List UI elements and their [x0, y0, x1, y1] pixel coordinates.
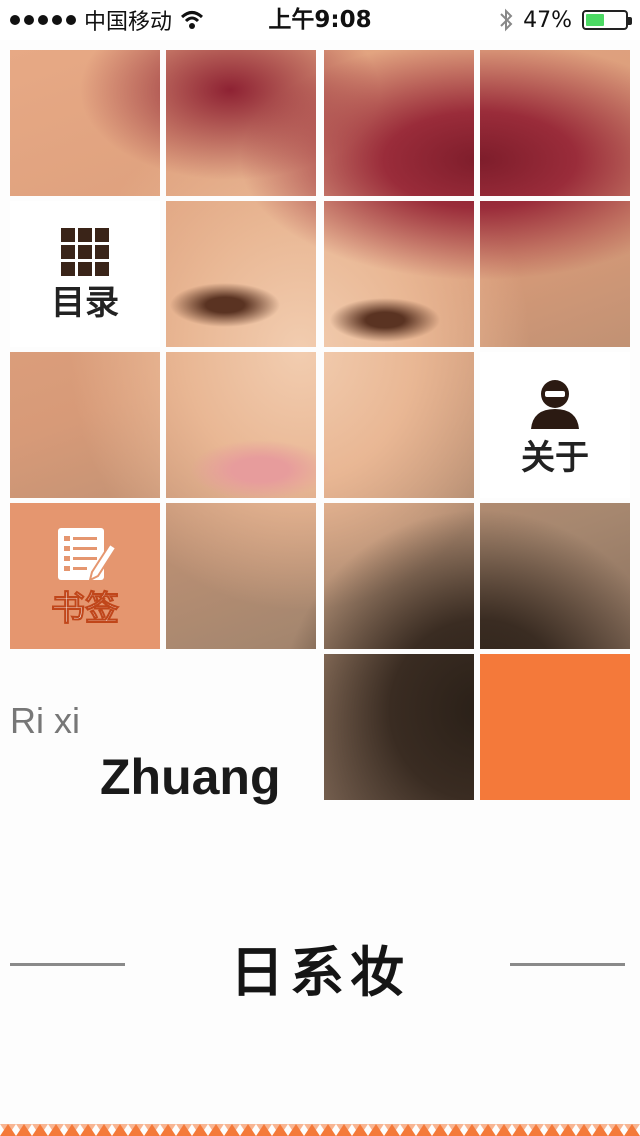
status-bar: 中国移动 上午9:08 47% — [0, 0, 640, 40]
photo-tile — [324, 201, 474, 347]
catalog-button[interactable]: 目录 — [10, 201, 160, 347]
bookmark-label: 书签 — [51, 589, 120, 629]
battery-fill — [586, 14, 604, 26]
photo-tile — [324, 503, 474, 649]
accent-tile — [480, 654, 630, 800]
about-label: 关于 — [521, 438, 589, 478]
photo-tile — [324, 352, 474, 498]
photo-tile — [166, 503, 316, 649]
photo-tile — [480, 201, 630, 347]
photo-grid: 目录 关于 书签 — [10, 50, 630, 800]
signal-dots-icon — [10, 15, 76, 25]
battery-icon — [582, 10, 632, 30]
photo-tile — [480, 503, 630, 649]
carrier-label: 中国移动 — [84, 10, 173, 35]
status-right: 47% — [499, 6, 632, 34]
photo-tile — [10, 50, 160, 196]
photo-tile — [166, 201, 316, 347]
wifi-icon — [181, 11, 204, 29]
photo-tile — [166, 50, 316, 196]
photo-tile — [166, 352, 316, 498]
page-title: 日系妆 — [230, 941, 410, 1004]
title-divider-right — [510, 963, 625, 966]
grid-menu-icon — [61, 228, 109, 276]
photo-tile — [480, 50, 630, 196]
notepad-icon — [58, 528, 118, 582]
zigzag-border — [0, 1118, 640, 1136]
battery-percent: 47% — [523, 7, 572, 33]
photo-tile — [324, 50, 474, 196]
about-button[interactable]: 关于 — [480, 352, 630, 498]
catalog-label: 目录 — [51, 283, 119, 323]
user-icon — [531, 380, 579, 429]
status-left: 中国移动 — [10, 6, 204, 35]
brand-romanization: Ri xi — [10, 700, 80, 741]
bookmark-button[interactable]: 书签 — [10, 503, 160, 649]
photo-tile — [324, 654, 474, 800]
photo-tile — [10, 352, 160, 498]
bluetooth-icon — [500, 8, 513, 32]
brand-name: Zhuang — [100, 749, 281, 805]
